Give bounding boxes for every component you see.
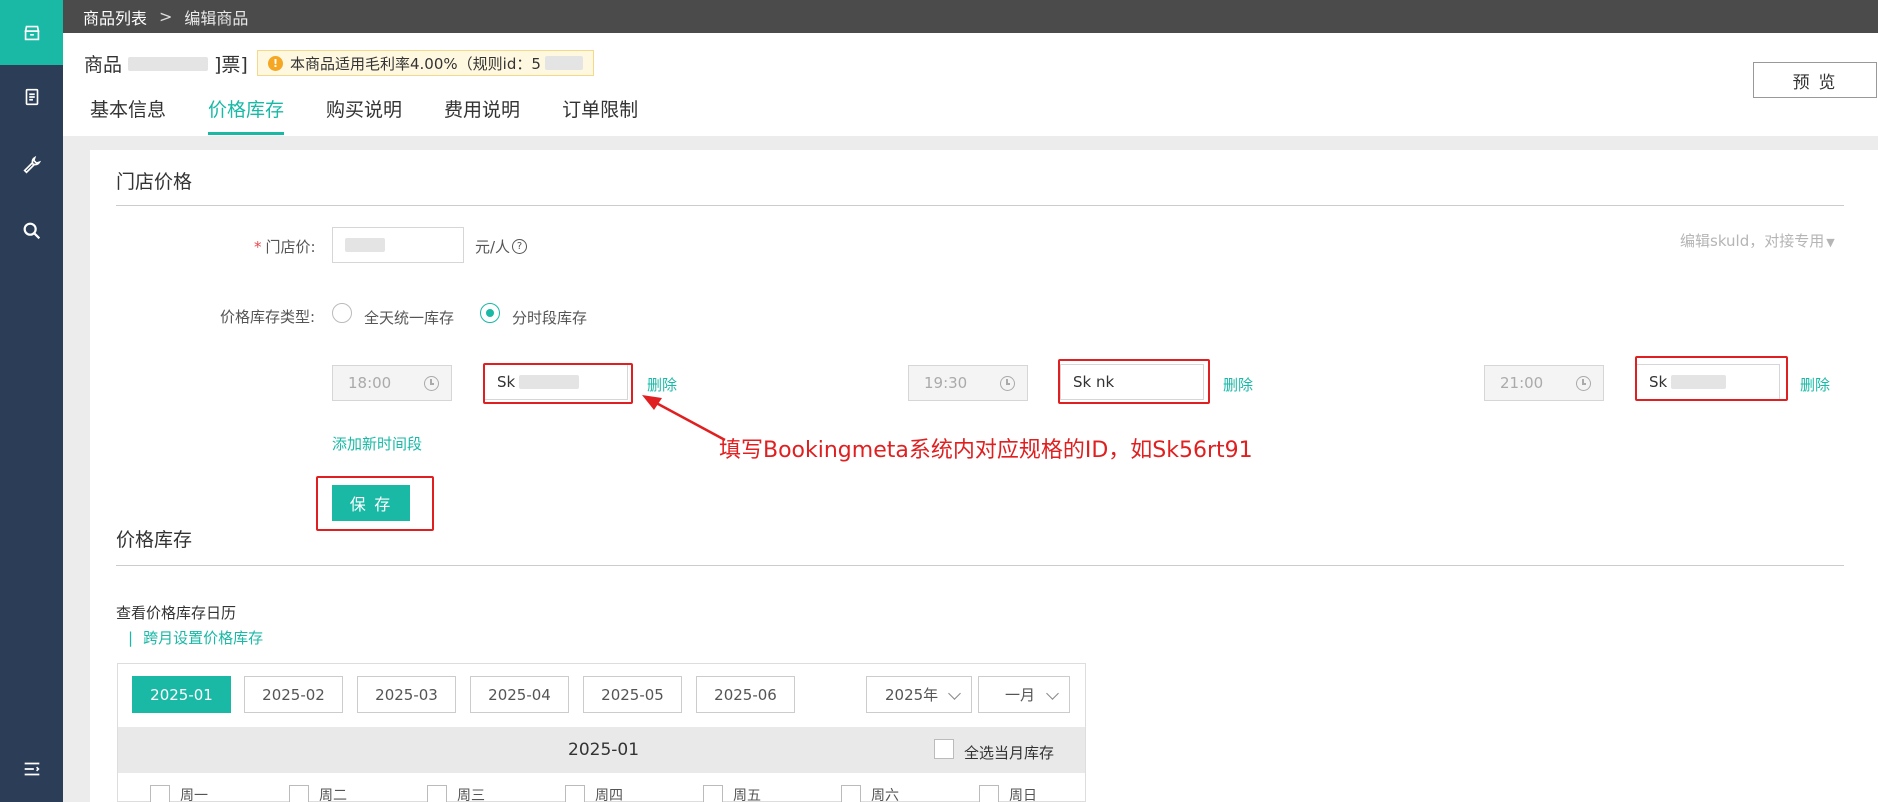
tab-basic-info[interactable]: 基本信息 — [90, 95, 166, 135]
annotation-text: 填写Bookingmeta系统内对应规格的ID，如Sk56rt91 — [719, 438, 1253, 463]
clock-icon — [424, 376, 439, 391]
divider — [116, 565, 1844, 566]
cross-month-link[interactable]: | 跨月设置价格库存 — [128, 627, 263, 648]
tab-fee-notes[interactable]: 费用说明 — [444, 95, 520, 135]
weekday-checkbox[interactable] — [703, 785, 723, 802]
price-unit-label: 元/人 ? — [475, 236, 528, 257]
chevron-down-icon — [1046, 687, 1059, 700]
store-price-label: * 门店价: — [254, 238, 316, 256]
weekday-sun[interactable]: 周日 — [979, 785, 1037, 802]
weekday-wed[interactable]: 周三 — [427, 785, 485, 802]
inventory-type-label: 价格库存类型: — [220, 308, 316, 326]
breadcrumb-root[interactable]: 商品列表 — [83, 5, 147, 29]
preview-button[interactable]: 预 览 — [1753, 62, 1877, 98]
chevron-down-icon — [948, 687, 961, 700]
clock-icon — [1576, 376, 1591, 391]
month-button-2025-04[interactable]: 2025-04 — [470, 676, 569, 713]
redacted-text — [544, 56, 583, 70]
weekday-checkbox[interactable] — [841, 785, 861, 802]
slot-2-delete-link[interactable]: 删除 — [1223, 374, 1253, 395]
add-time-slot-link[interactable]: 添加新时间段 — [332, 433, 422, 454]
redacted-text — [128, 56, 209, 71]
weekday-fri[interactable]: 周五 — [703, 785, 761, 802]
redacted-text — [345, 238, 385, 252]
weekday-mon[interactable]: 周一 — [150, 785, 208, 802]
sidebar-collapse[interactable] — [0, 736, 63, 802]
weekday-checkbox[interactable] — [289, 785, 309, 802]
weekday-checkbox[interactable] — [150, 785, 170, 802]
radio-time-slots-label[interactable]: 分时段库存 — [512, 307, 587, 328]
tab-order-limits[interactable]: 订单限制 — [562, 95, 638, 135]
weekday-thu[interactable]: 周四 — [565, 785, 623, 802]
annotation-box — [1635, 356, 1788, 401]
select-all-month-label[interactable]: 全选当月库存 — [964, 742, 1054, 763]
breadcrumb: 商品列表 > 编辑商品 — [63, 0, 1878, 33]
margin-notice-badge: ! 本商品适用毛利率4.00%（规则id：5 — [257, 50, 594, 76]
product-title-prefix: 商品 — [84, 54, 123, 76]
weekday-checkbox[interactable] — [427, 785, 447, 802]
weekday-checkbox[interactable] — [979, 785, 999, 802]
slot-3-time-input[interactable]: 21:00 — [1484, 365, 1604, 401]
weekday-sat[interactable]: 周六 — [841, 785, 899, 802]
main-content: 门店价格 * 门店价: 元/人 ? 编辑skuld，对接专用 ▼ 价格库存类型: 全… — [90, 150, 1878, 802]
month-select[interactable]: 一月 — [978, 676, 1070, 713]
clock-icon — [1000, 376, 1015, 391]
product-title-suffix: ]票] — [214, 54, 248, 76]
weekday-row: 周一 周二 周三 周四 周五 周六 周日 — [118, 773, 1085, 802]
page-title: 商品 ]票] — [84, 50, 248, 77]
sidebar-item-store[interactable] — [0, 0, 63, 65]
calendar-label: 查看价格库存日历 — [116, 604, 237, 622]
sidebar-item-search[interactable] — [0, 198, 63, 264]
slot-2-time-input[interactable]: 19:30 — [908, 365, 1028, 401]
search-icon — [23, 222, 40, 240]
store-price-input[interactable] — [332, 227, 464, 263]
question-circle-icon[interactable]: ? — [512, 239, 528, 254]
sidebar-item-tools[interactable] — [0, 132, 63, 198]
store-price-section-title: 门店价格 — [116, 171, 193, 193]
tab-purchase-notes[interactable]: 购买说明 — [326, 95, 402, 135]
select-all-month-checkbox[interactable] — [934, 739, 954, 759]
tab-bar: 基本信息 价格库存 购买说明 费用说明 订单限制 — [90, 95, 680, 135]
radio-all-day[interactable] — [332, 303, 352, 323]
skuid-toggle[interactable]: 编辑skuld，对接专用 ▼ — [1680, 230, 1835, 251]
wrench-icon — [22, 155, 41, 174]
annotation-box — [316, 476, 434, 531]
month-button-2025-02[interactable]: 2025-02 — [244, 676, 343, 713]
divider — [116, 205, 1844, 206]
store-icon — [24, 25, 39, 40]
caret-down-icon: ▼ — [1826, 236, 1835, 249]
year-select[interactable]: 2025年 — [866, 676, 972, 713]
warning-icon: ! — [268, 56, 283, 71]
weekday-checkbox[interactable] — [565, 785, 585, 802]
slot-1-time-input[interactable]: 18:00 — [332, 365, 452, 401]
sidebar — [0, 0, 63, 802]
calendar-header: 2025-01 全选当月库存 — [118, 727, 1085, 773]
menu-collapse-icon — [24, 762, 40, 776]
breadcrumb-separator: > — [159, 7, 173, 26]
month-button-2025-01[interactable]: 2025-01 — [132, 676, 231, 713]
weekday-tue[interactable]: 周二 — [289, 785, 347, 802]
inventory-section-title: 价格库存 — [116, 529, 193, 551]
month-button-2025-05[interactable]: 2025-05 — [583, 676, 682, 713]
document-icon — [25, 88, 38, 106]
tab-price-inventory[interactable]: 价格库存 — [208, 95, 285, 135]
calendar-title: 2025-01 — [568, 740, 640, 760]
radio-time-slots[interactable] — [480, 303, 500, 323]
slot-3-delete-link[interactable]: 删除 — [1800, 374, 1830, 395]
sidebar-item-document[interactable] — [0, 64, 63, 130]
radio-all-day-label[interactable]: 全天统一库存 — [364, 307, 454, 328]
breadcrumb-current: 编辑商品 — [184, 8, 249, 28]
page-header: 商品 ]票] ! 本商品适用毛利率4.00%（规则id：5 预 览 基本信息 价… — [63, 33, 1878, 136]
inventory-calendar: 2025-01 2025-02 2025-03 2025-04 2025-05 … — [117, 663, 1086, 802]
annotation-box — [483, 363, 633, 404]
margin-notice-text: 本商品适用毛利率4.00%（规则id：5 — [290, 54, 541, 73]
annotation-box — [1058, 359, 1210, 404]
month-button-2025-06[interactable]: 2025-06 — [696, 676, 795, 713]
month-button-2025-03[interactable]: 2025-03 — [357, 676, 456, 713]
